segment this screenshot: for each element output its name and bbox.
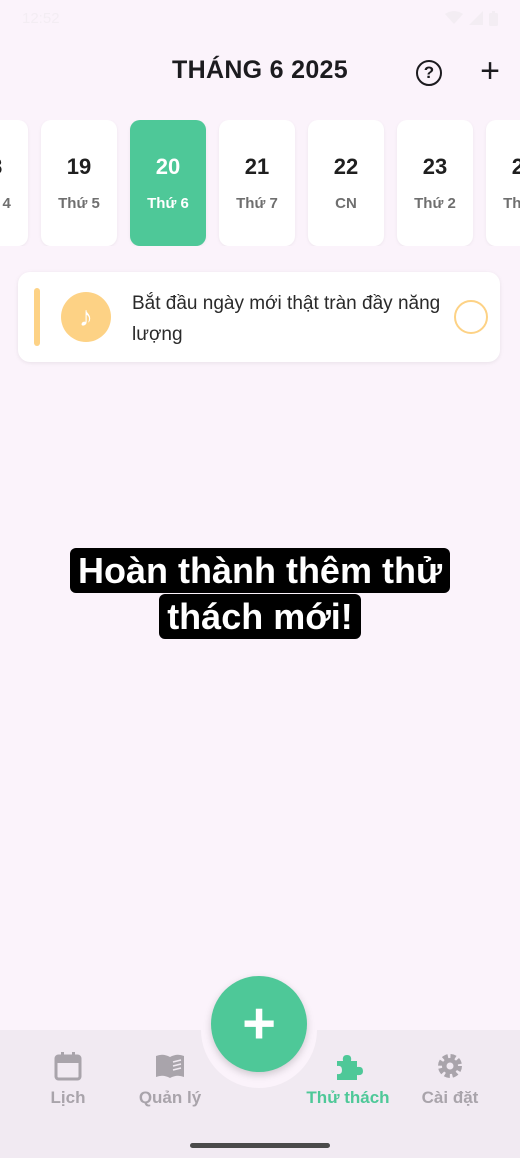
status-bar: 12:52 xyxy=(0,0,520,36)
puzzle-icon xyxy=(293,1050,403,1082)
date-weekday: Thứ 7 xyxy=(236,195,278,212)
caption-line-2: thách mới! xyxy=(159,594,361,639)
task-accent-bar xyxy=(34,288,40,346)
date-day-number: 21 xyxy=(244,154,270,179)
date-weekday: Thứ 3 xyxy=(503,195,520,212)
add-icon[interactable]: + xyxy=(474,54,506,90)
book-icon xyxy=(115,1050,225,1082)
nav-label-challenge: Thử thách xyxy=(306,1088,390,1107)
date-weekday: CN xyxy=(335,195,357,212)
music-note-icon: ♪ xyxy=(61,292,111,342)
date-weekday: Thứ 6 xyxy=(147,195,189,212)
date-day-number: 24 xyxy=(511,154,520,179)
battery-icon xyxy=(489,10,498,26)
date-day-number: 19 xyxy=(66,154,92,179)
date-card[interactable]: 22 CN xyxy=(308,120,384,246)
date-day-number: 20 xyxy=(155,154,181,179)
nav-label-calendar: Lịch xyxy=(50,1088,86,1107)
caption-overlay: Hoàn thành thêm thử thách mới! xyxy=(0,548,520,640)
nav-label-manage: Quản lý xyxy=(138,1088,202,1107)
task-checkbox[interactable] xyxy=(454,300,488,334)
status-icons xyxy=(445,10,498,26)
date-day-number: 18 xyxy=(0,154,28,180)
status-time: 12:52 xyxy=(22,9,60,27)
nav-item-settings[interactable]: Cài đặt xyxy=(395,1050,505,1108)
date-card[interactable]: 18 Thứ 4 xyxy=(0,120,28,246)
month-title[interactable]: THÁNG 6 2025 xyxy=(0,56,520,85)
date-day-number: 23 xyxy=(422,154,448,179)
date-strip: 18 Thứ 4 19 Thứ 5 20 Thứ 6 21 Thứ 7 22 C… xyxy=(0,120,520,246)
nav-label-settings: Cài đặt xyxy=(421,1088,479,1107)
date-card[interactable]: 24 Thứ 3 xyxy=(486,120,520,246)
date-weekday: Thứ 2 xyxy=(414,195,456,212)
help-icon[interactable]: ? xyxy=(416,60,442,86)
home-indicator[interactable] xyxy=(190,1143,330,1148)
nav-item-manage[interactable]: Quản lý xyxy=(115,1050,225,1108)
header: THÁNG 6 2025 ? + xyxy=(0,44,520,100)
date-card-selected[interactable]: 20 Thứ 6 xyxy=(130,120,206,246)
gear-icon xyxy=(395,1050,505,1082)
caption-line-1: Hoàn thành thêm thử xyxy=(69,548,451,593)
task-title: Bắt đầu ngày mới thật tràn đầy năng lượn… xyxy=(132,293,441,345)
date-card[interactable]: 19 Thứ 5 xyxy=(41,120,117,246)
nav-item-calendar[interactable]: Lịch xyxy=(13,1050,123,1108)
nav-item-challenge[interactable]: Thử thách xyxy=(293,1050,403,1108)
wifi-icon xyxy=(445,11,463,24)
calendar-icon xyxy=(13,1050,123,1082)
date-day-number: 22 xyxy=(333,154,359,179)
add-fab-button[interactable]: + xyxy=(211,976,307,1072)
date-card[interactable]: 23 Thứ 2 xyxy=(397,120,473,246)
task-card[interactable]: ♪ Bắt đầu ngày mới thật tràn đầy năng lư… xyxy=(18,272,500,362)
date-weekday: Thứ 4 xyxy=(0,195,11,212)
signal-icon xyxy=(469,11,483,25)
date-card[interactable]: 21 Thứ 7 xyxy=(219,120,295,246)
date-weekday: Thứ 5 xyxy=(58,195,100,212)
